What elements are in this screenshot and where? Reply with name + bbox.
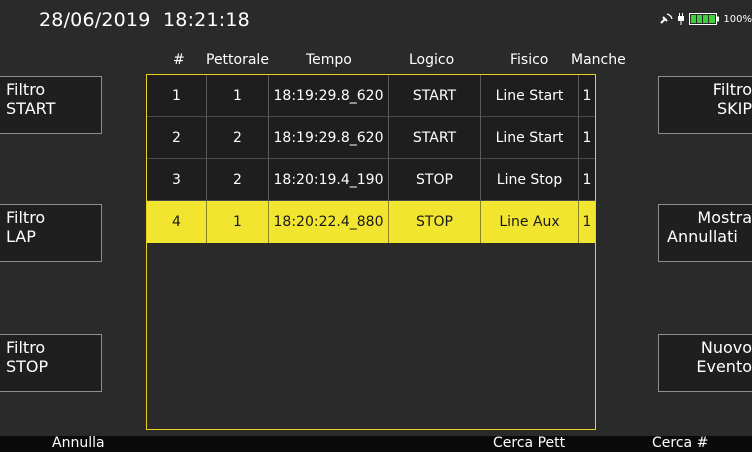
cell-num: 4 xyxy=(147,201,207,243)
button-label-line2: START xyxy=(6,99,56,118)
button-label-line1: Mostra xyxy=(697,208,752,227)
nuovo-evento-button[interactable]: Nuovo Evento xyxy=(658,334,752,392)
cell-logico: STOP xyxy=(389,159,481,201)
battery-icon xyxy=(689,13,720,25)
table-row[interactable]: 2 2 18:19:29.8_620 START Line Start 1 xyxy=(147,117,595,159)
button-label-line2: STOP xyxy=(6,357,49,376)
cell-tempo: 18:20:22.4_880 xyxy=(269,201,389,243)
power-plug-icon xyxy=(678,13,685,25)
button-label-line2: SKIP xyxy=(716,99,752,118)
header-tempo: Tempo xyxy=(306,52,352,68)
softkey-bar: Annulla Cerca Pett Cerca # xyxy=(0,435,752,452)
cell-logico: STOP xyxy=(389,201,481,243)
cell-fisico: Line Stop xyxy=(481,159,579,201)
cell-manche: 1 xyxy=(582,214,592,230)
cell-tempo: 18:20:19.4_190 xyxy=(269,159,389,201)
battery-percent: 100% xyxy=(723,13,752,25)
cell-fisico: Line Start xyxy=(481,75,579,117)
cell-fisico: Line Start xyxy=(481,117,579,159)
button-label-line1: Filtro xyxy=(6,338,46,357)
button-label-line1: Filtro xyxy=(6,208,46,227)
header-fisico: Fisico xyxy=(510,52,549,68)
gps-satellite-icon xyxy=(660,13,673,24)
button-label-line1: Filtro xyxy=(6,80,46,99)
status-icons: 100% xyxy=(659,13,752,25)
cell-num: 3 xyxy=(147,159,207,201)
cell-tempo: 18:19:29.8_620 xyxy=(269,75,389,117)
table-row[interactable]: 1 1 18:19:29.8_620 START Line Start 1 xyxy=(147,75,595,117)
datetime-display: 28/06/2019 18:21:18 xyxy=(39,9,250,31)
mostra-annullati-button[interactable]: Mostra Annullati xyxy=(658,204,752,262)
filtro-lap-button[interactable]: Filtro LAP xyxy=(0,204,102,262)
header-pettorale: Pettorale xyxy=(206,52,269,68)
button-label-line1: Filtro xyxy=(712,80,752,99)
cell-tempo: 18:19:29.8_620 xyxy=(269,117,389,159)
header-num: # xyxy=(173,52,185,68)
button-label-line2: Annullati xyxy=(667,227,738,246)
cerca-pett-softkey[interactable]: Cerca Pett xyxy=(493,435,565,451)
cell-logico: START xyxy=(389,75,481,117)
cerca-num-softkey[interactable]: Cerca # xyxy=(652,435,708,451)
cell-manche: 1 xyxy=(582,88,592,104)
status-bar: 28/06/2019 18:21:18 100% xyxy=(0,0,752,40)
button-label-line2: LAP xyxy=(6,227,36,246)
cell-pettorale: 2 xyxy=(207,159,269,201)
header-logico: Logico xyxy=(409,52,455,68)
header-manche: Manche xyxy=(571,52,626,68)
cell-num: 1 xyxy=(147,75,207,117)
cell-manche: 1 xyxy=(582,172,592,188)
filtro-stop-button[interactable]: Filtro STOP xyxy=(0,334,102,392)
annulla-softkey[interactable]: Annulla xyxy=(52,435,105,451)
cell-manche: 1 xyxy=(582,130,592,146)
table-row-selected[interactable]: 4 1 18:20:22.4_880 STOP Line Aux 1 xyxy=(147,201,595,243)
cell-fisico: Line Aux xyxy=(481,201,579,243)
cell-pettorale: 2 xyxy=(207,117,269,159)
filtro-skip-button[interactable]: Filtro SKIP xyxy=(658,76,752,134)
cell-logico: START xyxy=(389,117,481,159)
cell-pettorale: 1 xyxy=(207,75,269,117)
filtro-start-button[interactable]: Filtro START xyxy=(0,76,102,134)
button-label-line1: Nuovo xyxy=(700,338,752,357)
button-label-line2: Evento xyxy=(696,357,752,376)
cell-pettorale: 1 xyxy=(207,201,269,243)
cell-num: 2 xyxy=(147,117,207,159)
table-row[interactable]: 3 2 18:20:19.4_190 STOP Line Stop 1 xyxy=(147,159,595,201)
